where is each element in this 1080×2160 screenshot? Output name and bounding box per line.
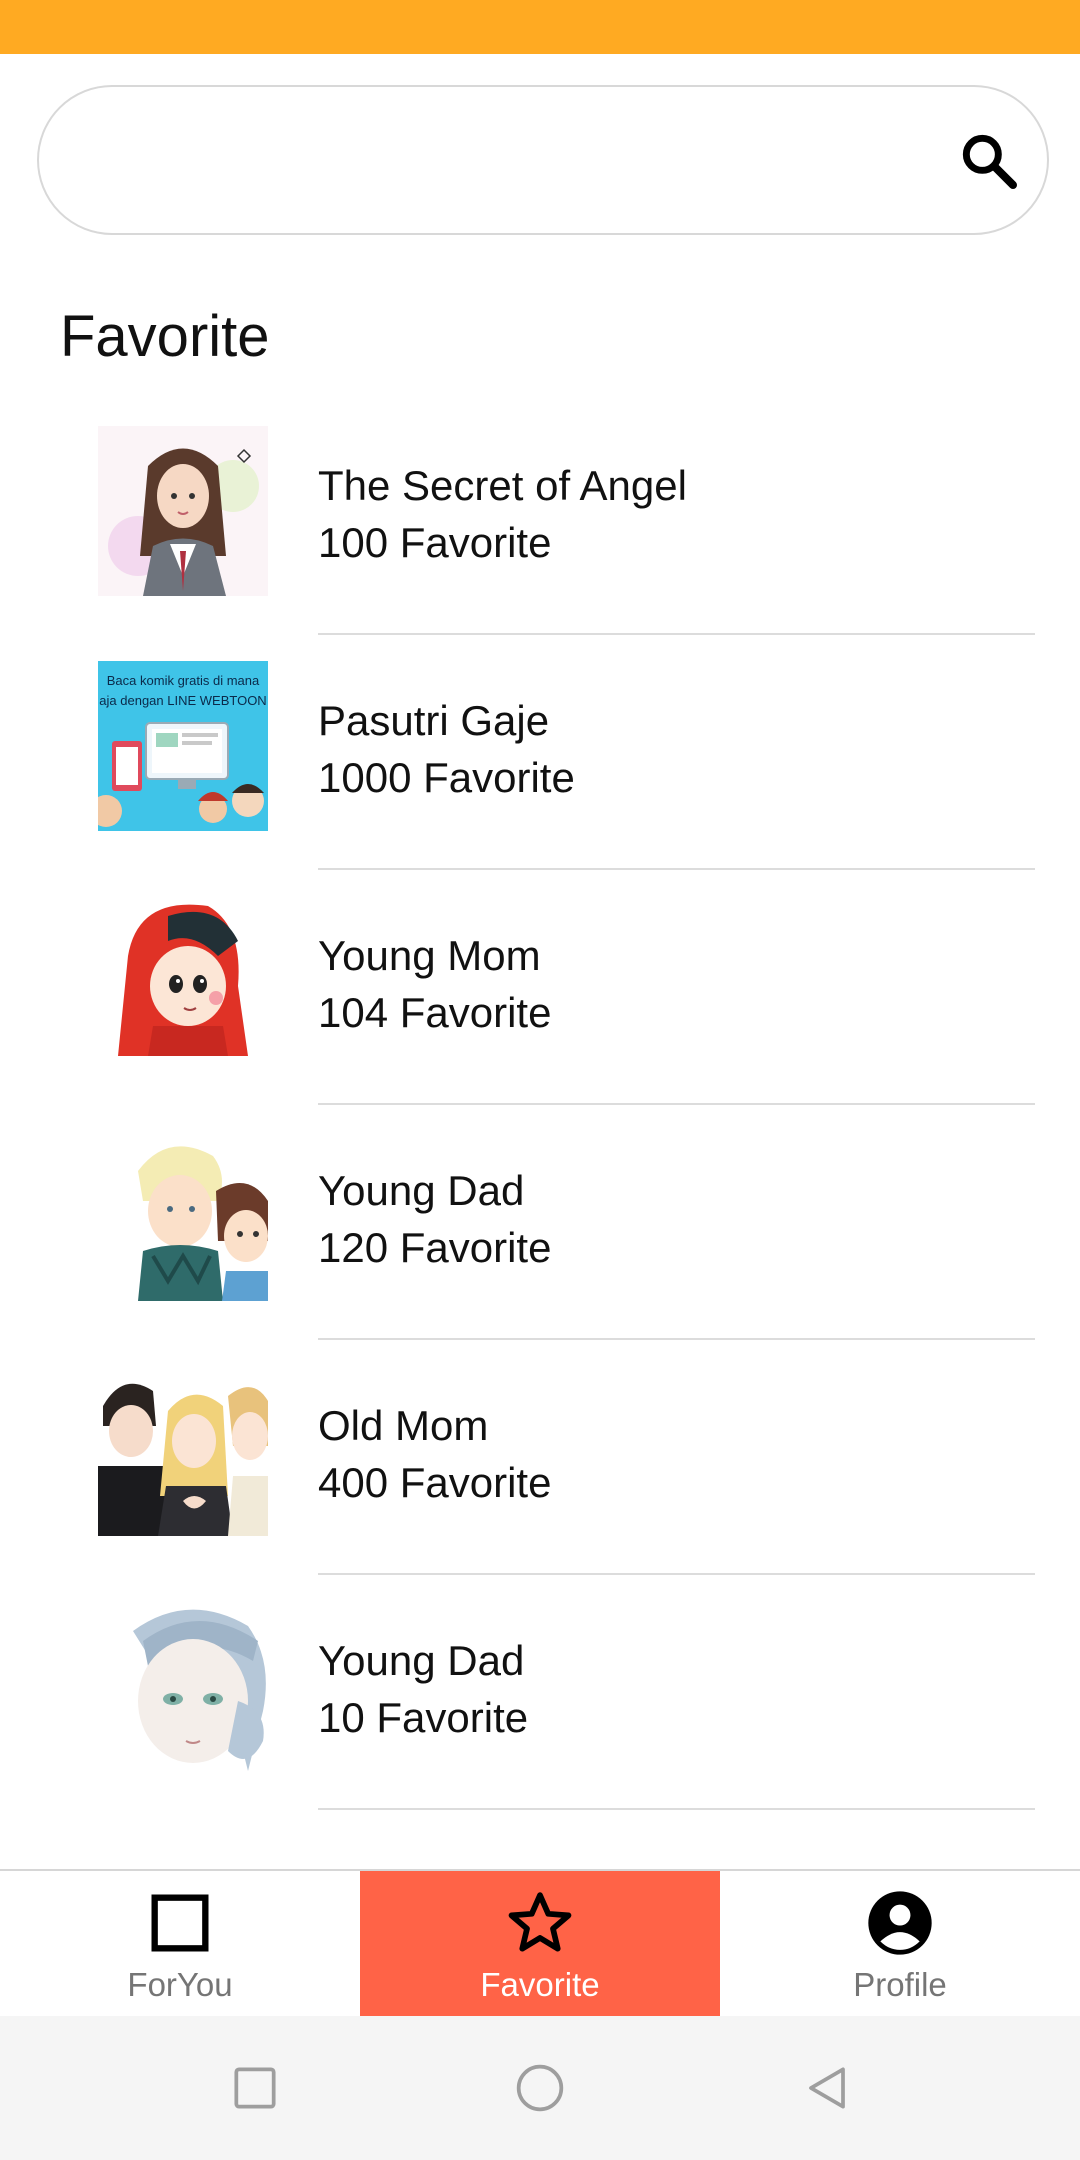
comic-thumbnail	[98, 1131, 268, 1301]
star-icon	[508, 1892, 572, 1952]
favorite-count: 100 Favorite	[318, 519, 552, 566]
page-title: Favorite	[60, 304, 270, 369]
tab-label: Profile	[853, 1966, 947, 2003]
list-item[interactable]: The Secret of Angel 100 Favorite	[0, 400, 1080, 635]
favorite-list: The Secret of Angel 100 Favorite Baca ko…	[0, 400, 1080, 1810]
comic-thumbnail	[98, 426, 268, 596]
recents-square-icon[interactable]	[223, 2056, 287, 2120]
search-icon[interactable]	[957, 129, 1021, 193]
comic-title: Pasutri Gaje	[318, 697, 550, 744]
comic-title: Young Mom	[318, 932, 541, 979]
list-item[interactable]: Young Dad 10 Favorite	[0, 1575, 1080, 1810]
divider	[318, 1808, 1035, 1810]
tab-label: ForYou	[127, 1966, 233, 2003]
list-item[interactable]: Baca komik gratis di mana aja dengan LIN…	[0, 635, 1080, 870]
status-bar	[0, 0, 1080, 54]
comic-thumbnail	[98, 1366, 268, 1536]
favorite-count: 104 Favorite	[318, 989, 552, 1036]
account-circle-icon	[868, 1891, 932, 1955]
square-icon	[151, 1894, 209, 1952]
thumbnail-text: Baca komik gratis di mana	[107, 673, 260, 688]
favorite-count: 120 Favorite	[318, 1224, 552, 1271]
home-circle-icon[interactable]	[508, 2056, 572, 2120]
favorite-count: 400 Favorite	[318, 1459, 552, 1506]
comic-title: Young Dad	[318, 1167, 525, 1214]
thumbnail-text: aja dengan LINE WEBTOON	[99, 693, 266, 708]
search-bar[interactable]	[37, 85, 1049, 235]
tab-foryou[interactable]: ForYou	[0, 1871, 360, 2016]
tab-profile[interactable]: Profile	[720, 1871, 1080, 2016]
list-item[interactable]: Old Mom 400 Favorite	[0, 1340, 1080, 1575]
comic-title: Old Mom	[318, 1402, 489, 1449]
list-item[interactable]: Young Dad 120 Favorite	[0, 1105, 1080, 1340]
comic-thumbnail	[98, 896, 268, 1066]
comic-thumbnail: Baca komik gratis di mana aja dengan LIN…	[98, 661, 268, 831]
search-input[interactable]	[89, 117, 943, 205]
comic-title: Young Dad	[318, 1637, 525, 1684]
comic-thumbnail	[98, 1601, 268, 1771]
comic-title: The Secret of Angel	[318, 462, 687, 509]
favorite-count: 1000 Favorite	[318, 754, 575, 801]
back-triangle-icon[interactable]	[795, 2056, 859, 2120]
system-navigation-bar	[0, 2016, 1080, 2160]
list-item[interactable]: Young Mom 104 Favorite	[0, 870, 1080, 1105]
tab-favorite[interactable]: Favorite	[360, 1871, 720, 2016]
tab-label: Favorite	[480, 1966, 600, 2003]
favorite-count: 10 Favorite	[318, 1694, 529, 1741]
bottom-navigation: ForYou Favorite Profile	[0, 1869, 1080, 2016]
